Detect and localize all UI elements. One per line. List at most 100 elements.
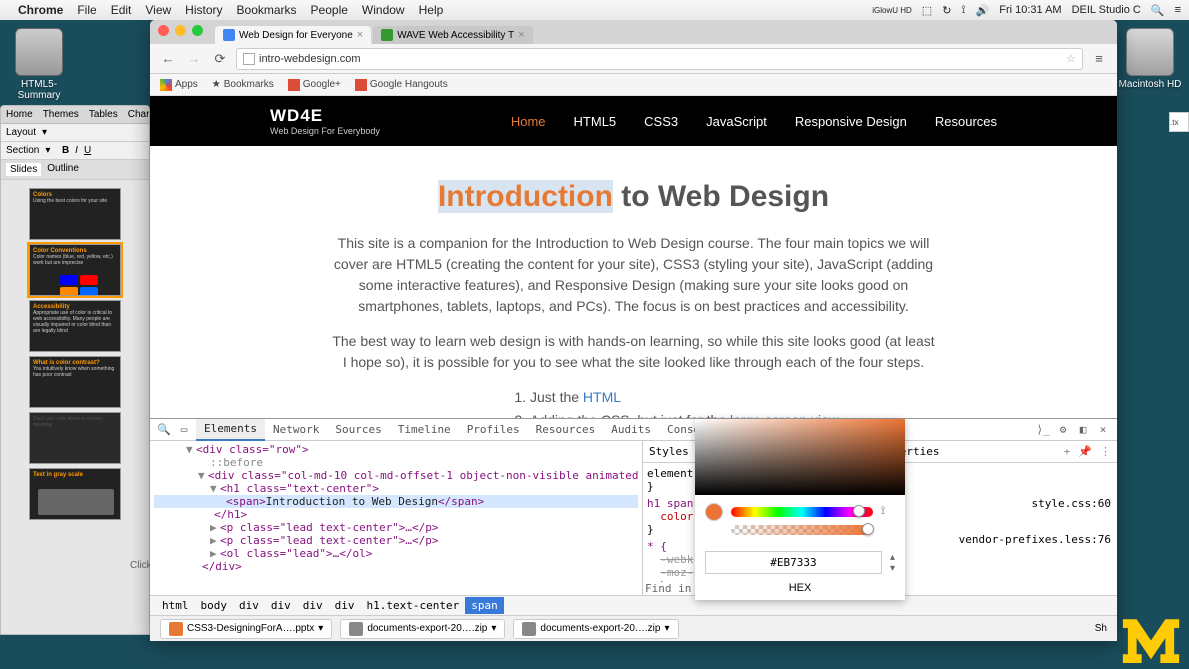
ppt-section[interactable]: Section (6, 145, 39, 156)
browser-tab-1[interactable]: Web Design for Everyone× (215, 26, 371, 44)
minimize-button[interactable] (175, 25, 186, 36)
saturation-field[interactable] (695, 419, 905, 495)
bookmark-folder[interactable]: ★ Bookmarks (212, 79, 274, 90)
slide-thumb-2[interactable]: Color ConventionsColor names (blue, red,… (29, 244, 121, 296)
bc-div[interactable]: div (233, 597, 265, 614)
dt-tab-sources[interactable]: Sources (327, 419, 389, 441)
dt-tab-timeline[interactable]: Timeline (390, 419, 459, 441)
dt-tab-elements[interactable]: Elements (196, 419, 265, 441)
alpha-slider[interactable] (731, 525, 873, 535)
ppt-tab-chart[interactable]: Chart (128, 109, 150, 120)
bc-div[interactable]: div (297, 597, 329, 614)
star-icon[interactable]: ☆ (1066, 52, 1076, 65)
dt-tab-network[interactable]: Network (265, 419, 327, 441)
browser-tab-2[interactable]: WAVE Web Accessibility T× (373, 26, 532, 44)
app-name[interactable]: Chrome (18, 3, 63, 17)
settings-icon[interactable]: ⚙ (1055, 422, 1071, 438)
format-stepper[interactable]: ▴▾ (890, 552, 895, 574)
wifi-icon[interactable]: ⟟ (961, 4, 965, 17)
show-all-downloads[interactable]: Sh (1095, 623, 1107, 634)
menu-file[interactable]: File (77, 3, 96, 17)
source-link[interactable]: vendor-prefixes.less:76 (959, 533, 1111, 546)
volume-icon[interactable]: 🔊 (976, 4, 990, 17)
side-text-file[interactable]: .tx (1169, 112, 1189, 132)
inspect-icon[interactable]: 🔍 (156, 422, 172, 438)
download-item[interactable]: documents-export-20….zip ▾ (340, 619, 505, 639)
dock-icon[interactable]: ◧ (1075, 422, 1091, 438)
ppt-tab-home[interactable]: Home (6, 109, 33, 120)
desktop-file-html5[interactable]: HTML5-Summary (4, 28, 74, 101)
bc-body[interactable]: body (195, 597, 234, 614)
slide-thumb-1[interactable]: ColorsUsing the best colors for your sit… (29, 188, 121, 240)
slide-thumb-4[interactable]: What is color contrast?You intuitively k… (29, 356, 121, 408)
close-devtools-icon[interactable]: × (1095, 422, 1111, 438)
menu-help[interactable]: Help (419, 3, 444, 17)
menu-edit[interactable]: Edit (111, 3, 132, 17)
slide-thumb-3[interactable]: AccessibilityAppropriate use of color is… (29, 300, 121, 352)
bc-div[interactable]: div (329, 597, 361, 614)
dt-tab-audits[interactable]: Audits (603, 419, 659, 441)
chrome-window: Web Design for Everyone× WAVE Web Access… (150, 20, 1117, 641)
more-icon[interactable]: ⋮ (1100, 445, 1111, 458)
download-item[interactable]: CSS3-DesigningForA….pptx ▾ (160, 619, 332, 639)
bc-h1[interactable]: h1.text-center (361, 597, 466, 614)
nav-home[interactable]: Home (511, 114, 546, 129)
nav-resources[interactable]: Resources (935, 114, 997, 129)
menu-people[interactable]: People (311, 3, 348, 17)
forward-button[interactable]: → (184, 49, 204, 69)
menu-history[interactable]: History (185, 3, 222, 17)
back-button[interactable]: ← (158, 49, 178, 69)
address-bar[interactable]: intro-webdesign.com ☆ (236, 48, 1083, 70)
pin-icon[interactable]: 📌 (1078, 445, 1092, 458)
menu-bookmarks[interactable]: Bookmarks (237, 3, 297, 17)
console-drawer-icon[interactable]: ⟩_ (1035, 422, 1051, 438)
slide-thumb-6[interactable]: Text in gray scale (29, 468, 121, 520)
new-rule-icon[interactable]: + (1064, 445, 1071, 458)
nav-html5[interactable]: HTML5 (574, 114, 617, 129)
ppt-tab-tables[interactable]: Tables (89, 109, 118, 120)
color-hex-input[interactable] (705, 551, 882, 574)
source-link[interactable]: style.css:60 (1032, 497, 1111, 510)
elements-tree[interactable]: ▼<div class="row"> ::before ▼<div class=… (150, 441, 642, 595)
eyedropper-icon[interactable]: ⟟ (881, 505, 895, 519)
close-tab-icon[interactable]: × (357, 29, 363, 41)
menu-button[interactable]: ≡ (1089, 49, 1109, 69)
menu-window[interactable]: Window (362, 3, 405, 17)
apps-button[interactable]: Apps (160, 79, 198, 91)
spotlight-icon[interactable]: 🔍 (1151, 4, 1165, 17)
desktop-drive[interactable]: Macintosh HD (1115, 28, 1185, 90)
styles-tab[interactable]: Styles (649, 445, 689, 458)
reload-button[interactable]: ⟳ (210, 49, 230, 69)
menubar-user[interactable]: DEIL Studio C (1072, 4, 1141, 16)
nav-javascript[interactable]: JavaScript (706, 114, 767, 129)
link-html[interactable]: HTML (583, 389, 621, 405)
hue-slider[interactable] (731, 507, 873, 517)
notifications-icon[interactable]: ≡ (1175, 4, 1181, 16)
dt-tab-profiles[interactable]: Profiles (459, 419, 528, 441)
bc-span[interactable]: span (465, 597, 504, 614)
bc-div[interactable]: div (265, 597, 297, 614)
ppt-slides-tab[interactable]: Slides (6, 163, 41, 176)
ppt-tab-themes[interactable]: Themes (43, 109, 79, 120)
bookmark-hangouts[interactable]: Google Hangouts (355, 79, 448, 91)
ppt-outline-tab[interactable]: Outline (47, 163, 79, 176)
site-brand[interactable]: WD4E Web Design For Everybody (270, 106, 380, 136)
selected-element[interactable]: <span>Introduction to Web Design</span> (154, 495, 638, 508)
bc-html[interactable]: html (156, 597, 195, 614)
dt-tab-resources[interactable]: Resources (528, 419, 604, 441)
close-button[interactable] (158, 25, 169, 36)
close-tab-icon[interactable]: × (518, 29, 524, 41)
nav-css3[interactable]: CSS3 (644, 114, 678, 129)
download-item[interactable]: documents-export-20….zip ▾ (513, 619, 678, 639)
sync-icon[interactable]: ↻ (942, 4, 951, 17)
menubar-time[interactable]: Fri 10:31 AM (999, 4, 1061, 16)
menu-view[interactable]: View (145, 3, 171, 17)
maximize-button[interactable] (192, 25, 203, 36)
nav-responsive[interactable]: Responsive Design (795, 114, 907, 129)
dropbox-icon[interactable]: ⬚ (922, 4, 932, 17)
ppt-layout[interactable]: Layout (6, 127, 36, 138)
bookmark-googleplus[interactable]: Google+ (288, 79, 341, 91)
slide-thumb-5[interactable]: Don't use color alone to convey meaning (29, 412, 121, 464)
device-icon[interactable]: ▭ (176, 422, 192, 438)
ppt-slide-panel: ColorsUsing the best colors for your sit… (1, 180, 149, 528)
